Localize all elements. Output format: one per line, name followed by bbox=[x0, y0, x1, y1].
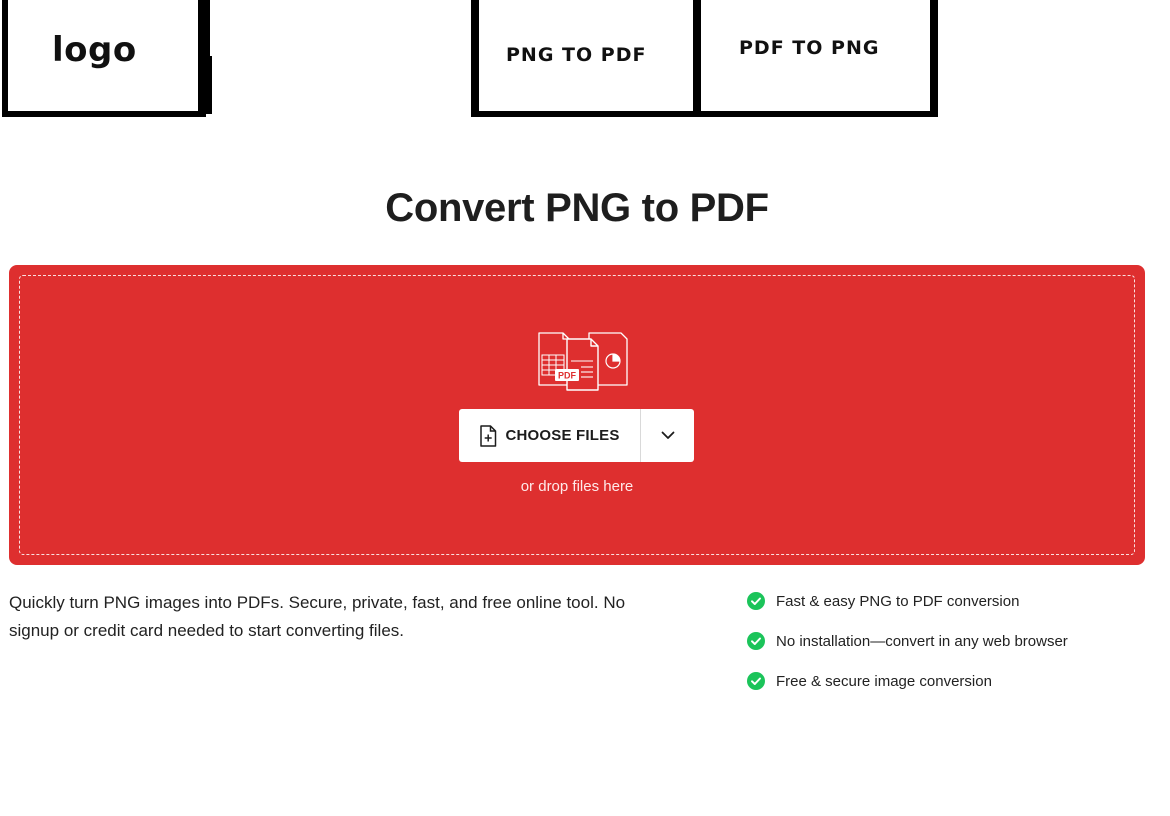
pdf-badge-text: PDF bbox=[558, 371, 577, 381]
feature-text: Free & secure image conversion bbox=[776, 672, 992, 690]
feature-text: No installation—convert in any web brows… bbox=[776, 632, 1068, 650]
nav-pdf-to-png-label: PDF TO PNG bbox=[739, 37, 880, 59]
page-title: Convert PNG to PDF bbox=[385, 186, 769, 230]
upload-dropzone[interactable]: PDF CHOOSE FILES or drop files here bbox=[9, 265, 1145, 565]
feature-list: Fast & easy PNG to PDF conversion No ins… bbox=[747, 590, 1068, 710]
feature-item: Free & secure image conversion bbox=[747, 670, 1068, 692]
file-add-icon bbox=[480, 424, 497, 447]
choose-files-group: CHOOSE FILES bbox=[459, 409, 694, 462]
check-circle-icon bbox=[747, 592, 765, 610]
choose-files-label: CHOOSE FILES bbox=[505, 427, 620, 444]
upload-options-dropdown[interactable] bbox=[641, 409, 694, 462]
nav-pdf-to-png[interactable]: PDF TO PNG bbox=[693, 0, 938, 117]
logo-box-border-accent bbox=[204, 56, 212, 114]
feature-item: Fast & easy PNG to PDF conversion bbox=[747, 590, 1068, 612]
nav-png-to-pdf-label: PNG TO PDF bbox=[506, 44, 647, 66]
logo-link[interactable]: logo bbox=[2, 0, 212, 117]
nav-png-to-pdf[interactable]: PNG TO PDF bbox=[471, 0, 701, 117]
check-circle-icon bbox=[747, 672, 765, 690]
chevron-down-icon bbox=[661, 431, 674, 439]
feature-item: No installation—convert in any web brows… bbox=[747, 630, 1068, 652]
choose-files-button[interactable]: CHOOSE FILES bbox=[459, 409, 640, 462]
logo-text: logo bbox=[52, 30, 137, 70]
files-illustration-icon: PDF bbox=[538, 332, 628, 391]
check-circle-icon bbox=[747, 632, 765, 650]
drop-hint: or drop files here bbox=[520, 478, 634, 495]
tool-description: Quickly turn PNG images into PDFs. Secur… bbox=[9, 593, 626, 640]
feature-text: Fast & easy PNG to PDF conversion bbox=[776, 592, 1020, 610]
